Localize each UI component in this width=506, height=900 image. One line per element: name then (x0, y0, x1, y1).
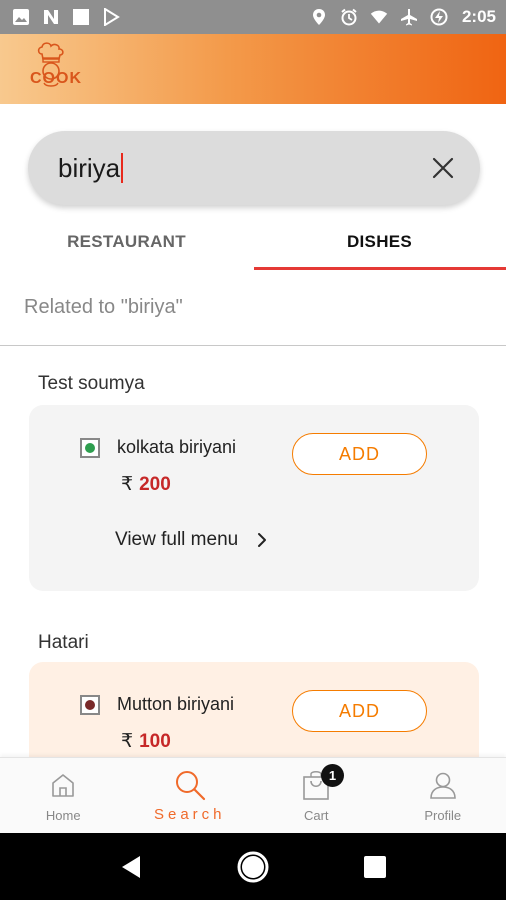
recents-icon[interactable] (355, 847, 395, 887)
cart-badge: 1 (321, 764, 344, 787)
nav-home[interactable]: Home (0, 758, 127, 833)
status-bar-system: 2:05 (310, 7, 496, 27)
airplane-icon (400, 8, 418, 26)
tab-dishes[interactable]: DISHES (253, 214, 506, 270)
home-icon (46, 768, 80, 802)
clear-search-button[interactable] (428, 153, 458, 183)
add-button[interactable]: ADD (292, 690, 427, 732)
status-bar: 2:05 (0, 0, 506, 34)
close-icon (432, 157, 454, 179)
dish-card: kolkata biriyani ₹200 ADD View full menu (29, 405, 479, 591)
divider (0, 345, 506, 346)
app-header: COOK (0, 34, 506, 104)
nav-home-label: Home (45, 808, 81, 823)
search-query: biriya (58, 152, 121, 183)
chef-logo[interactable]: COOK (24, 40, 82, 98)
status-time: 2:05 (461, 7, 496, 26)
dish-name: kolkata biriyani (117, 437, 237, 457)
alarm-icon (340, 8, 358, 26)
nav-cart-label: Cart (303, 808, 329, 823)
search-input[interactable]: biriya (28, 131, 480, 205)
currency-symbol: ₹ (121, 731, 134, 752)
home-button-icon[interactable] (233, 847, 273, 887)
system-navigation-bar (0, 833, 506, 900)
nav-search-label: Search (153, 806, 226, 823)
veg-indicator-icon (80, 438, 100, 458)
wifi-icon (370, 8, 388, 26)
nav-profile[interactable]: Profile (380, 758, 506, 833)
active-tab-indicator (254, 267, 506, 270)
profile-icon (426, 768, 460, 802)
non-veg-indicator-icon (80, 695, 100, 715)
bottom-navigation: Home Search 1 Cart Profile (0, 757, 506, 833)
currency-symbol: ₹ (121, 474, 134, 495)
dish-name: Mutton biriyani (117, 694, 235, 714)
chevron-right-icon (258, 533, 267, 547)
restaurant-name[interactable]: Test soumya (38, 373, 145, 395)
nav-profile-label: Profile (424, 808, 462, 823)
related-label: Related to "biriya" (24, 296, 183, 318)
search-icon (173, 768, 207, 802)
logo-text: COOK (30, 70, 82, 87)
dish-price: ₹100 (121, 730, 171, 753)
text-cursor (121, 153, 124, 183)
back-icon[interactable] (111, 847, 151, 887)
view-full-menu-link[interactable]: View full menu (115, 529, 268, 551)
view-full-menu-label: View full menu (115, 529, 239, 550)
tab-restaurant[interactable]: RESTAURANT (0, 214, 253, 270)
search-tabs: RESTAURANT DISHES (0, 214, 506, 270)
restaurant-name[interactable]: Hatari (38, 632, 89, 654)
price-amount: 100 (139, 731, 171, 752)
n-app-icon (42, 8, 60, 26)
status-bar-notifications (12, 8, 120, 26)
play-store-icon (102, 8, 120, 26)
location-icon (310, 8, 328, 26)
price-amount: 200 (139, 474, 171, 495)
nav-search[interactable]: Search (127, 758, 254, 833)
nav-cart[interactable]: 1 Cart (253, 758, 380, 833)
square-app-icon (72, 8, 90, 26)
dish-price: ₹200 (121, 473, 171, 496)
gallery-icon (12, 8, 30, 26)
battery-saver-icon (430, 8, 448, 26)
add-button[interactable]: ADD (292, 433, 427, 475)
